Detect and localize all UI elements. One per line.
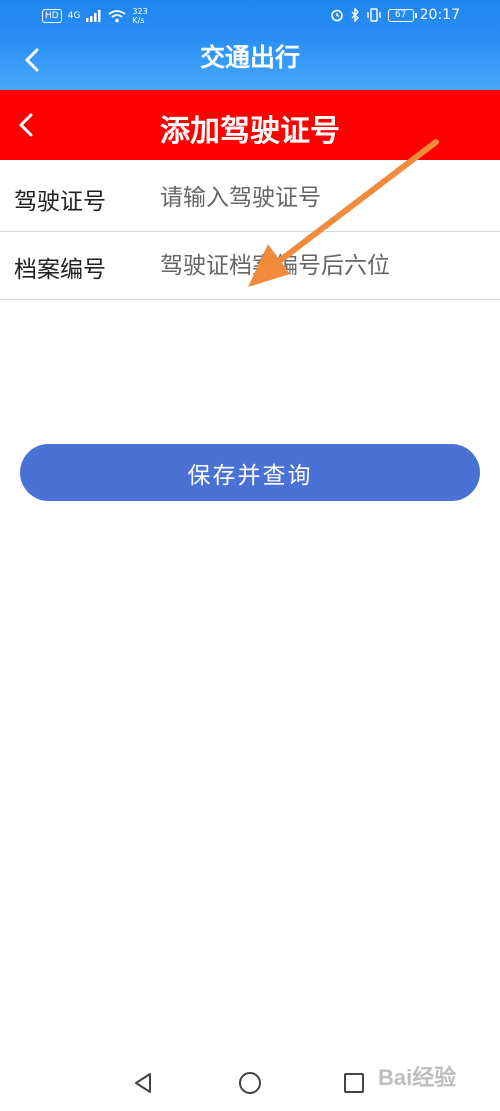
app-header: HD 4G 323 K/s 67 20:17 交通出行 <box>0 0 500 90</box>
nav-home-icon[interactable] <box>238 1072 262 1096</box>
license-number-input[interactable] <box>160 178 480 218</box>
file-number-row: 档案编号 <box>0 232 500 300</box>
watermark-logo: Bai经验 <box>378 1065 457 1090</box>
nav-back-icon[interactable] <box>132 1072 154 1094</box>
clock: 20:17 <box>419 7 460 23</box>
system-nav-bar: Bai经验 <box>0 1050 500 1111</box>
bluetooth-icon <box>351 8 359 22</box>
status-right: 67 20:17 <box>330 7 460 23</box>
app-title: 交通出行 <box>199 43 300 72</box>
network-speed: 323 K/s <box>132 7 148 25</box>
vibrate-icon <box>366 8 381 22</box>
alarm-icon <box>330 9 343 22</box>
file-number-label: 档案编号 <box>14 257 106 283</box>
hd-badge: HD <box>42 9 62 23</box>
file-number-input[interactable] <box>160 246 480 286</box>
license-number-label: 驾驶证号 <box>14 189 106 215</box>
save-and-query-button[interactable]: 保存并查询 <box>20 444 480 501</box>
status-left: HD 4G 323 K/s <box>42 7 154 25</box>
license-number-row: 驾驶证号 <box>0 164 500 232</box>
battery-icon: 67 <box>387 8 417 22</box>
page-header: 添加驾驶证号 <box>0 90 500 160</box>
status-bar: HD 4G 323 K/s 67 20:17 <box>0 0 500 32</box>
network-type: 4G <box>67 10 81 21</box>
wifi-icon <box>108 9 126 22</box>
page-title: 添加驾驶证号 <box>160 114 340 149</box>
nav-recent-icon[interactable] <box>344 1073 364 1093</box>
signal-icon <box>86 10 101 22</box>
